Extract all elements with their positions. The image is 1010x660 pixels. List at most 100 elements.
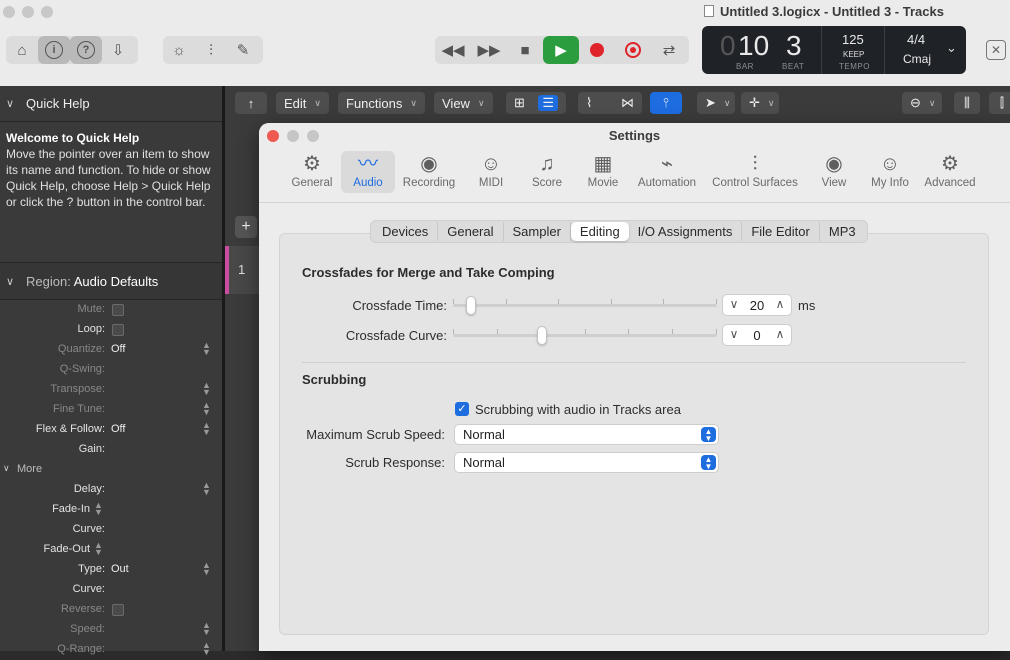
pane-my-info[interactable]: ☺ My Info [867, 151, 913, 193]
region-property-row[interactable]: Quantize: Off ▲ ▼ [0, 340, 222, 360]
stepper-icon[interactable]: ▲ ▼ [202, 481, 211, 497]
pane-audio[interactable]: 〰 Audio [341, 151, 395, 193]
region-property-row[interactable]: Fade-Out ▲ ▼ [0, 540, 222, 560]
pane-view[interactable]: ◉ View [815, 151, 853, 193]
lcd-display[interactable]: 0 10 3 BAR BEAT 125 KEEP TEMPO 4/4 Cmaj [702, 26, 966, 74]
grid-view-icon[interactable]: ⊞ [514, 95, 525, 111]
quick-help-header[interactable]: ∨ Quick Help [0, 86, 222, 122]
pane-midi[interactable]: ☺ MIDI [472, 151, 510, 193]
stepper-icon[interactable]: ▲ ▼ [94, 501, 103, 517]
chevron-down-icon[interactable]: ∨ [726, 297, 742, 311]
region-property-row[interactable]: Delay: ▲ ▼ [0, 480, 222, 500]
pane-movie[interactable]: ▦ Movie [582, 151, 624, 193]
pointer-tool-menu[interactable]: ➤ ∨ [697, 92, 735, 114]
region-property-row[interactable]: Type: Out ▲ ▼ [0, 560, 222, 580]
chevron-up-icon[interactable]: ∧ [772, 327, 788, 341]
slider-thumb[interactable] [537, 326, 547, 345]
flex-icon[interactable]: ⋈ [621, 95, 634, 111]
pane-score[interactable]: ♫ Score [526, 151, 568, 193]
close-window-button[interactable] [3, 6, 15, 18]
region-property-row[interactable]: Q-Swing: [0, 360, 222, 380]
zoom-window-button[interactable] [41, 6, 53, 18]
property-value[interactable]: Off [111, 423, 125, 435]
more-disclosure[interactable]: ∨ More [0, 460, 222, 480]
record-button[interactable] [579, 36, 615, 64]
waveform-zoom-button[interactable]: ⫼ [954, 92, 980, 114]
scrub-response-popup[interactable]: Normal ▲ ▼ [454, 452, 719, 473]
track-header[interactable]: 1 [225, 246, 259, 294]
stepper-icon[interactable]: ▲ ▼ [202, 621, 211, 637]
pane-automation[interactable]: ⌁ Automation [635, 151, 699, 193]
smart-controls-button[interactable]: ☼ [163, 36, 195, 64]
max-scrub-speed-popup[interactable]: Normal ▲ ▼ [454, 424, 719, 445]
region-property-row[interactable]: Gain: [0, 440, 222, 460]
region-property-row[interactable]: Q-Range: ▲ ▼ [0, 640, 222, 660]
stop-button[interactable]: ■ [507, 36, 543, 64]
pane-general[interactable]: ⚙ General [289, 151, 335, 193]
property-checkbox[interactable] [112, 324, 124, 336]
tab-mp3[interactable]: MP3 [820, 222, 865, 241]
secondary-tool-menu[interactable]: ✛ ∨ [741, 92, 779, 114]
close-project-icon[interactable]: ✕ [986, 40, 1006, 60]
slider-thumb[interactable] [466, 296, 476, 315]
back-button[interactable]: ↑ [235, 92, 267, 114]
automation-curve-icon[interactable]: ⌇ [586, 95, 592, 111]
tab-editing[interactable]: Editing [570, 222, 629, 241]
property-value[interactable]: Out [111, 563, 129, 575]
region-property-row[interactable]: Flex & Follow: Off ▲ ▼ [0, 420, 222, 440]
functions-menu[interactable]: Functions ∨ [338, 92, 425, 114]
editors-button[interactable]: ✎ [227, 36, 259, 64]
region-property-row[interactable]: Transpose: ▲ ▼ [0, 380, 222, 400]
stepper-icon[interactable]: ▲ ▼ [202, 401, 211, 417]
pane-recording[interactable]: ◉ Recording [399, 151, 459, 193]
tab-general[interactable]: General [438, 222, 504, 241]
chevron-up-icon[interactable]: ∧ [772, 297, 788, 311]
snap-button[interactable]: ⫿ [989, 92, 1010, 114]
region-property-row[interactable]: Loop: [0, 320, 222, 340]
lcd-chevron-down-icon[interactable]: ⌄ [946, 40, 957, 56]
edit-menu[interactable]: Edit ∨ [276, 92, 329, 114]
forward-button[interactable]: ▶▶ [471, 36, 507, 64]
stepper-icon[interactable]: ▲ ▼ [202, 381, 211, 397]
capture-recording-button[interactable] [615, 36, 651, 64]
scrub-audio-checkbox[interactable]: ✓ [455, 402, 469, 416]
list-view-icon[interactable]: ☰ [538, 95, 558, 111]
catch-button[interactable]: ⫯ [650, 92, 682, 114]
property-value[interactable]: Off [111, 343, 125, 355]
tab-devices[interactable]: Devices [373, 222, 439, 241]
region-property-row[interactable]: Fade-In ▲ ▼ [0, 500, 222, 520]
quick-help-button[interactable]: ? [70, 36, 102, 64]
tab-file-editor[interactable]: File Editor [742, 222, 820, 241]
property-checkbox[interactable] [112, 304, 124, 316]
region-property-row[interactable]: Speed: ▲ ▼ [0, 620, 222, 640]
library-button[interactable]: ⌂ [6, 36, 38, 64]
toolbar-button[interactable]: ⇩ [102, 36, 134, 64]
crossfade-curve-stepper[interactable]: ∨ 0 ∧ [722, 324, 792, 346]
region-property-row[interactable]: Reverse: [0, 600, 222, 620]
add-track-button[interactable]: + [235, 216, 257, 238]
region-property-row[interactable]: Mute: [0, 300, 222, 320]
view-menu[interactable]: View ∨ [434, 92, 493, 114]
inspector-button[interactable]: i [38, 36, 70, 64]
region-property-row[interactable]: Curve: [0, 520, 222, 540]
tab-i-o-assignments[interactable]: I/O Assignments [629, 222, 743, 241]
stepper-icon[interactable]: ▲ ▼ [94, 541, 103, 557]
crossfade-time-slider[interactable] [453, 295, 717, 315]
region-inspector-header[interactable]: ∨ Region: Audio Defaults [0, 262, 222, 300]
tab-sampler[interactable]: Sampler [504, 222, 571, 241]
region-property-row[interactable]: Curve: [0, 580, 222, 600]
crossfade-curve-slider[interactable] [453, 325, 717, 345]
stepper-icon[interactable]: ▲ ▼ [202, 561, 211, 577]
property-checkbox[interactable] [112, 604, 124, 616]
play-button[interactable]: ▶ [543, 36, 579, 64]
more-menu[interactable]: ⊖ ∨ [902, 92, 942, 114]
region-property-row[interactable]: Fine Tune: ▲ ▼ [0, 400, 222, 420]
stepper-icon[interactable]: ▲ ▼ [202, 341, 211, 357]
pane-advanced[interactable]: ⚙ Advanced [920, 151, 980, 193]
stepper-icon[interactable]: ▲ ▼ [202, 641, 211, 657]
cycle-button[interactable]: ⇄ [651, 36, 687, 64]
stepper-icon[interactable]: ▲ ▼ [202, 421, 211, 437]
mixer-button[interactable]: ⫶ [195, 36, 227, 64]
crossfade-time-stepper[interactable]: ∨ 20 ∧ [722, 294, 792, 316]
pane-control-surfaces[interactable]: ⫶ Control Surfaces [709, 151, 801, 193]
